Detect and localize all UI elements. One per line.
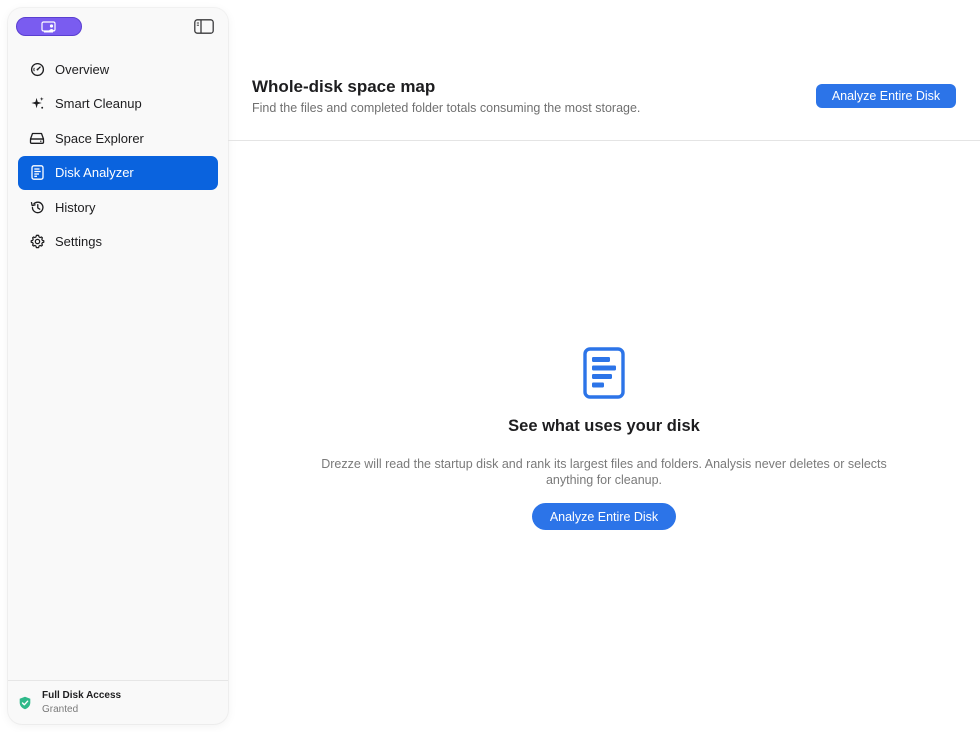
empty-state-heading: See what uses your disk (508, 417, 700, 435)
sidebar-item-label: Overview (55, 61, 110, 77)
app-logo[interactable] (16, 17, 82, 36)
document-chart-icon (583, 347, 625, 399)
sidebar-nav: Overview Smart Cleanup Space Explorer Di… (18, 52, 218, 259)
sidebar-toggle-icon (194, 18, 214, 34)
analyze-entire-disk-button[interactable]: Analyze Entire Disk (816, 84, 956, 108)
full-disk-access-status: Full Disk Access Granted (8, 680, 228, 724)
shield-check-icon (19, 696, 31, 709)
sidebar-item-label: Smart Cleanup (55, 96, 142, 111)
history-icon (29, 199, 45, 215)
sidebar-item-label: History (55, 199, 96, 215)
sidebar-item-smart-cleanup[interactable]: Smart Cleanup (18, 87, 218, 121)
sidebar-item-overview[interactable]: Overview (18, 52, 218, 86)
drive-icon (29, 130, 45, 146)
page-header: Whole-disk space map Find the files and … (228, 0, 980, 141)
sparkles-icon (29, 96, 45, 112)
sidebar-item-label: Settings (55, 234, 102, 249)
gear-icon (29, 234, 45, 250)
sidebar-item-disk-analyzer[interactable]: Disk Analyzer (18, 155, 218, 190)
footer-text: Full Disk Access Granted (42, 689, 121, 716)
page-subtitle: Find the files and completed folder tota… (252, 101, 641, 115)
app-logo-icon (41, 20, 56, 32)
sidebar-item-space-explorer[interactable]: Space Explorer (18, 121, 218, 155)
footer-status: Granted (42, 704, 79, 715)
sidebar-item-history[interactable]: History (18, 190, 218, 224)
sidebar-toggle-button[interactable] (194, 18, 214, 34)
page-title: Whole-disk space map (252, 77, 436, 96)
sidebar-item-settings[interactable]: Settings (18, 225, 218, 259)
footer-title: Full Disk Access (42, 690, 122, 701)
sidebar-item-label: Space Explorer (55, 130, 144, 146)
empty-state-description: Drezze will read the startup disk and ra… (321, 457, 887, 487)
sidebar: Overview Smart Cleanup Space Explorer Di… (8, 8, 228, 724)
sidebar-item-label: Disk Analyzer (55, 165, 134, 180)
analyze-entire-disk-primary-button[interactable]: Analyze Entire Disk (532, 503, 676, 530)
gauge-icon (29, 61, 45, 77)
empty-state: See what uses your disk Drezze will read… (228, 141, 980, 732)
document-chart-icon (29, 165, 45, 181)
sidebar-top-bar (8, 8, 228, 48)
